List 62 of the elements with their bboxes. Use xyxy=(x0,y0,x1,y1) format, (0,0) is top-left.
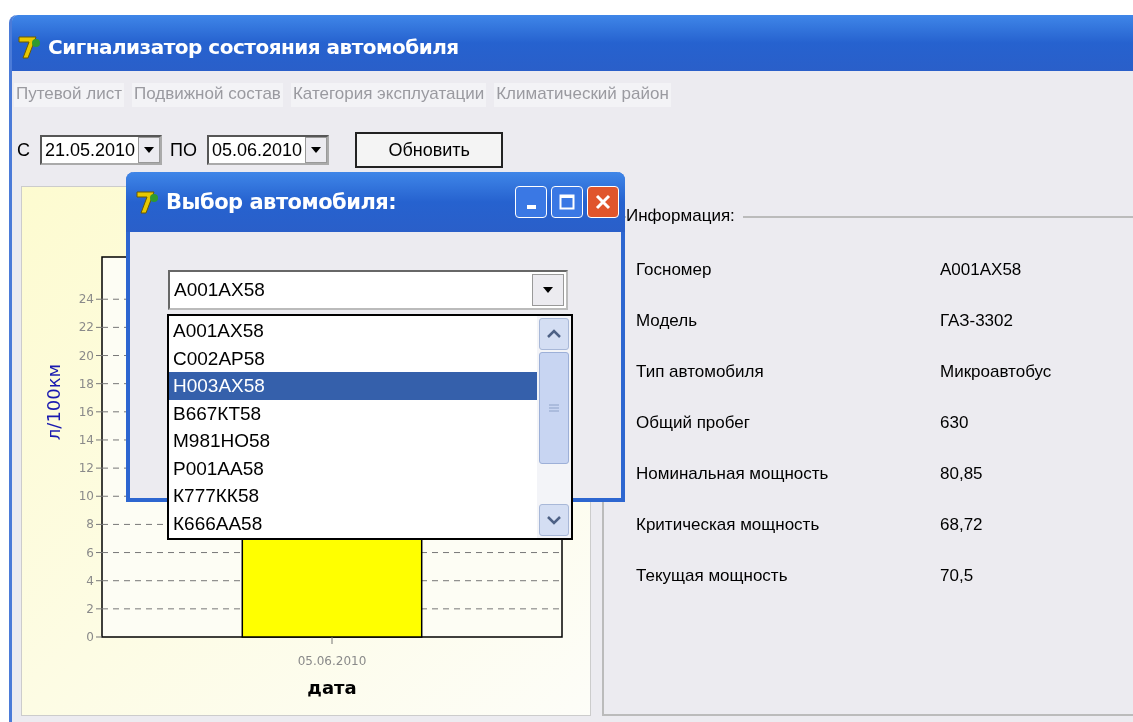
field-value: А001АХ58 xyxy=(940,260,1022,280)
maximize-icon xyxy=(559,194,575,210)
minimize-button[interactable] xyxy=(515,186,547,218)
y-tick-label: 12 xyxy=(78,461,94,476)
dropdown-arrow-icon xyxy=(311,147,322,153)
y-tick-label: 16 xyxy=(78,404,94,419)
list-option[interactable]: Р001АА58 xyxy=(169,454,537,482)
dropdown-arrow-icon xyxy=(144,147,155,153)
y-tick-label: 0 xyxy=(86,630,94,644)
dropdown-arrow-icon xyxy=(543,287,553,293)
list-option[interactable]: В667КТ58 xyxy=(169,399,537,427)
list-option[interactable]: М981НО58 xyxy=(169,427,537,455)
car-combo-box[interactable]: А001АХ58 xyxy=(168,270,568,310)
list-option[interactable]: К777КК58 xyxy=(169,482,537,510)
scrollbar[interactable] xyxy=(537,316,571,538)
refresh-button[interactable]: Обновить xyxy=(355,132,504,168)
y-tick-label: 2 xyxy=(86,601,94,616)
date-picker[interactable]: 21.05.2010 xyxy=(40,135,163,165)
y-axis-title: л/100км xyxy=(43,363,64,441)
list-option[interactable]: А001АХ58 xyxy=(169,317,537,345)
field-value: Микроавтобус xyxy=(940,362,1052,382)
field-label: Госномер xyxy=(636,260,713,280)
maximize-button[interactable] xyxy=(551,186,583,218)
grip-icon xyxy=(549,404,559,412)
y-tick-label: 6 xyxy=(86,545,94,560)
list-option[interactable]: С002АР58 xyxy=(169,344,537,372)
y-tick-label: 10 xyxy=(78,489,94,504)
y-tick-label: 22 xyxy=(78,320,94,335)
field-label: Критическая мощность xyxy=(636,515,821,535)
y-tick-label: 8 xyxy=(86,517,94,532)
list-option[interactable]: Н003АХ58 xyxy=(169,372,537,400)
y-tick-label: 14 xyxy=(78,432,94,447)
date-picker[interactable]: 05.06.2010 xyxy=(207,135,330,165)
minimize-icon xyxy=(526,205,536,209)
x-axis-title: дата xyxy=(307,677,357,698)
group-title: Информация: xyxy=(626,206,743,226)
field-value: 68,72 xyxy=(940,515,983,535)
field-value: 630 xyxy=(940,413,969,433)
y-tick-label: 20 xyxy=(78,348,94,363)
field-label: Модель xyxy=(636,311,699,331)
x-tick-label: 05.06.2010 xyxy=(297,654,367,668)
scroll-down-icon xyxy=(547,515,561,525)
field-value: 80,85 xyxy=(940,464,983,484)
from-label: С xyxy=(17,139,30,161)
field-value: 70,5 xyxy=(940,566,974,586)
y-tick-label: 18 xyxy=(78,376,94,391)
y-tick-label: 24 xyxy=(78,292,94,307)
app-icon xyxy=(16,34,42,60)
app-icon xyxy=(134,189,160,215)
field-label: Номинальная мощность xyxy=(636,464,830,484)
scroll-up-icon xyxy=(547,329,561,339)
field-label: Общий пробег xyxy=(636,413,751,433)
to-label: ПО xyxy=(170,139,198,161)
field-label: Текущая мощность xyxy=(636,566,789,586)
close-icon xyxy=(595,194,611,210)
window-title: Сигнализатор состояния автомобиля xyxy=(48,35,459,59)
y-tick-label: 4 xyxy=(86,573,94,588)
dialog-title: Выбор автомобиля: xyxy=(166,190,398,214)
field-label: Тип автомобиля xyxy=(636,362,765,382)
field-value: ГАЗ-3302 xyxy=(940,311,1013,331)
close-button[interactable] xyxy=(587,186,619,218)
list-option[interactable]: К666АА58 xyxy=(169,509,537,537)
